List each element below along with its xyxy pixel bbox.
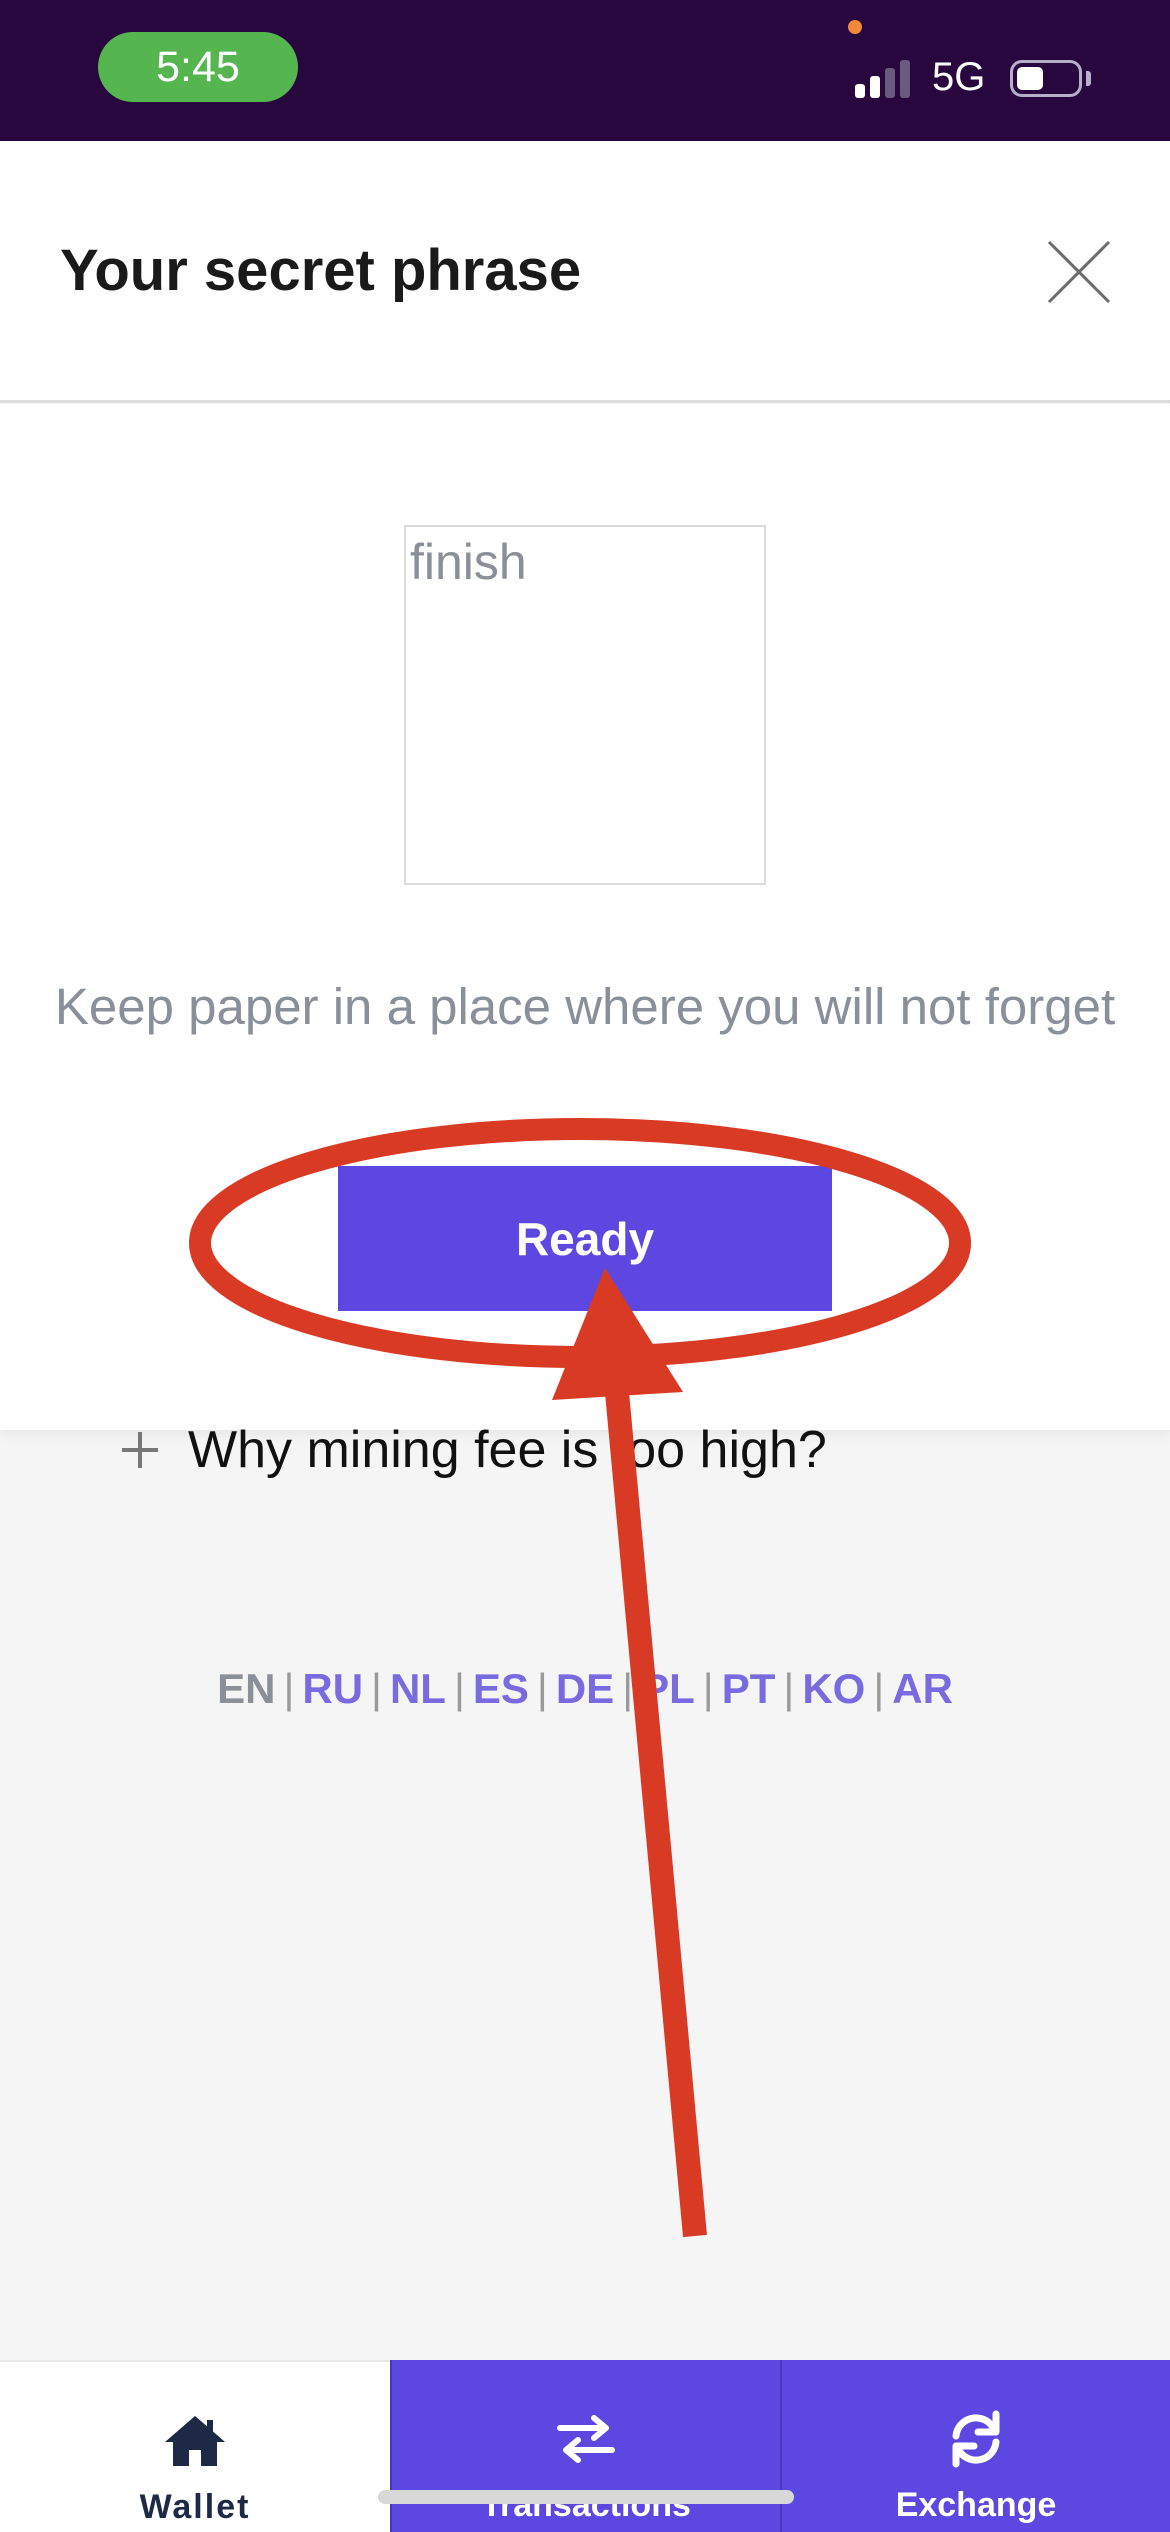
tab-label: Wallet — [139, 2488, 251, 2526]
modal-header: Your secret phrase — [0, 141, 1170, 403]
lang-pt[interactable]: PT — [722, 1665, 776, 1712]
separator: | — [622, 1665, 634, 1712]
faq-item-mining-fee[interactable]: Why mining fee is too high? — [120, 1420, 827, 1480]
home-icon — [165, 2416, 225, 2466]
lang-en[interactable]: EN — [217, 1665, 275, 1712]
swap-arrows-icon — [557, 2415, 615, 2463]
bottom-tab-bar: Wallet Transactions Exchange — [0, 2360, 1170, 2532]
separator: | — [453, 1665, 465, 1712]
secret-phrase-word: finish — [410, 534, 527, 590]
separator: | — [371, 1665, 382, 1712]
separator: | — [702, 1665, 714, 1712]
refresh-icon — [952, 2410, 1000, 2468]
separator: | — [873, 1665, 885, 1712]
ready-button[interactable]: Ready — [338, 1166, 832, 1311]
status-time: 5:45 — [98, 32, 298, 102]
status-bar: 5:45 5G — [0, 0, 1170, 141]
storage-hint: Keep paper in a place where you will not… — [54, 978, 1116, 1035]
annotation-arrow-shaft — [602, 1358, 707, 2238]
lang-ar[interactable]: AR — [892, 1665, 953, 1712]
network-type: 5G — [932, 55, 986, 99]
lang-ru[interactable]: RU — [302, 1665, 363, 1712]
lang-pl[interactable]: PL — [641, 1665, 695, 1712]
secret-phrase-card: finish — [404, 525, 766, 885]
tab-exchange[interactable]: Exchange — [780, 2360, 1170, 2532]
battery-icon — [1010, 60, 1082, 97]
language-selector: EN | RU | NL | ES | DE | PL | PT | KO | AR — [0, 1665, 1170, 1713]
plus-icon — [122, 1432, 158, 1468]
home-indicator[interactable] — [378, 2490, 794, 2504]
faq-question: Why mining fee is too high? — [188, 1421, 827, 1479]
tab-transactions[interactable]: Transactions — [390, 2360, 780, 2532]
lang-ko[interactable]: KO — [802, 1665, 865, 1712]
signal-strength-icon — [855, 58, 915, 98]
tab-wallet[interactable]: Wallet — [0, 2360, 390, 2532]
lang-nl[interactable]: NL — [390, 1665, 446, 1712]
privacy-indicator-dot — [848, 20, 862, 34]
separator: | — [783, 1665, 795, 1712]
close-icon[interactable] — [1045, 238, 1113, 306]
modal-title: Your secret phrase — [60, 238, 582, 303]
lang-de[interactable]: DE — [556, 1665, 614, 1712]
tab-label: Exchange — [895, 2486, 1057, 2524]
battery-tip — [1086, 71, 1091, 86]
separator: | — [283, 1665, 295, 1712]
separator: | — [536, 1665, 548, 1712]
modal-body: finish Keep paper in a place where you w… — [0, 404, 1170, 1430]
lang-es[interactable]: ES — [473, 1665, 529, 1712]
